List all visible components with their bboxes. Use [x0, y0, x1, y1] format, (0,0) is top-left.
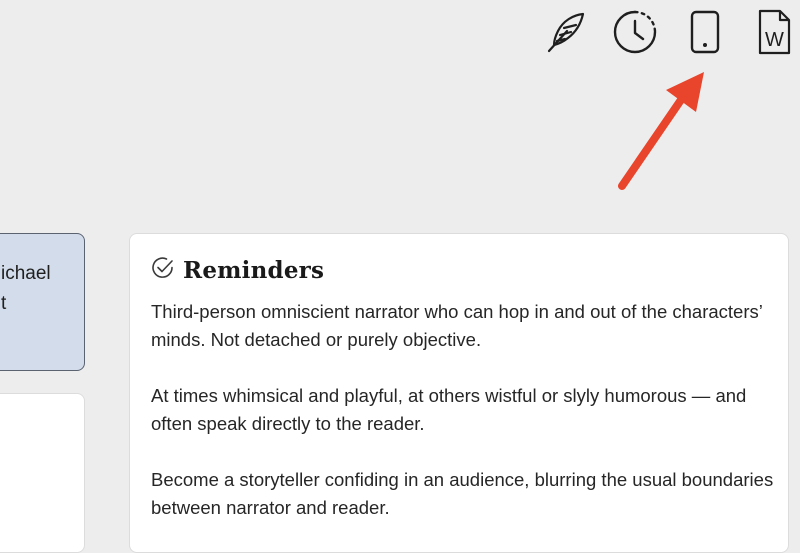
quill-icon[interactable] [542, 8, 590, 56]
reminders-title: Reminders [183, 257, 325, 284]
reminder-paragraph: Become a storyteller confiding in an aud… [151, 469, 774, 518]
reminder-paragraph: At times whimsical and playful, at other… [151, 385, 747, 434]
mobile-device-icon[interactable] [681, 8, 729, 56]
reminder-paragraph: Third-person omniscient narrator who can… [151, 301, 763, 350]
character-card-partial[interactable]: ichael t [0, 233, 85, 371]
reminders-card: Reminders Third-person omniscient narrat… [129, 233, 789, 553]
reminders-header: Reminders [151, 256, 324, 285]
partial-card [0, 393, 85, 553]
character-card-text: ichael t [1, 263, 51, 314]
annotation-arrow [618, 72, 704, 190]
word-document-icon[interactable]: W [750, 8, 798, 56]
reminders-body: Third-person omniscient narrator who can… [151, 298, 776, 550]
history-icon[interactable] [611, 8, 659, 56]
word-icon-letter: W [765, 29, 784, 51]
check-circle-icon [151, 256, 175, 285]
